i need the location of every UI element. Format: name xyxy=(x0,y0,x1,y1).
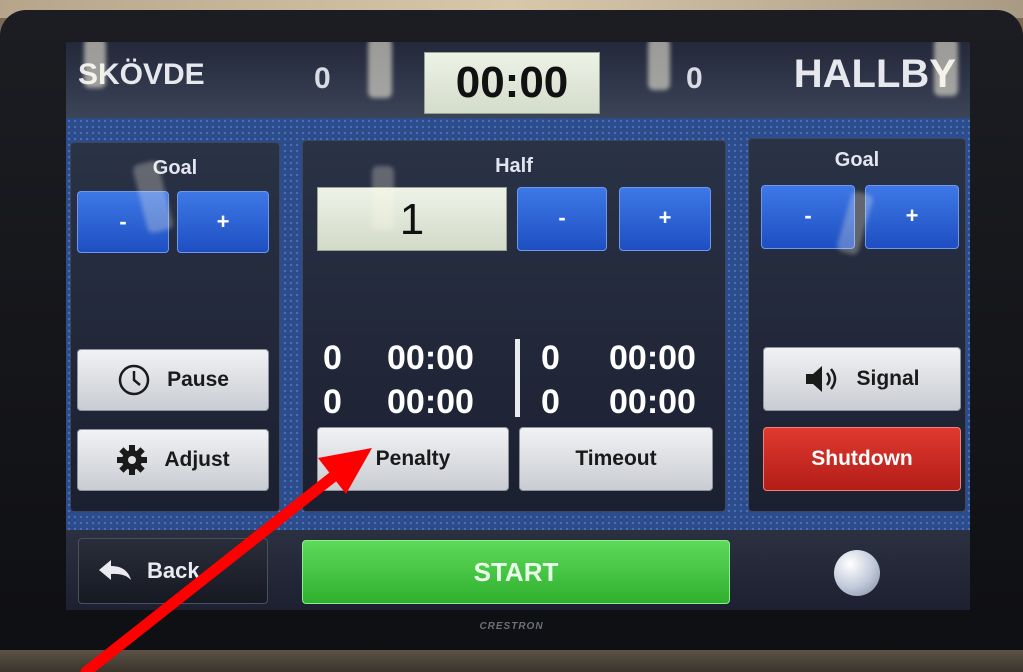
speaker-icon xyxy=(804,364,840,394)
home-goal-plus-button[interactable]: + xyxy=(177,191,269,253)
shutdown-button[interactable]: Shutdown xyxy=(763,427,961,491)
away-goal-title: Goal xyxy=(834,149,880,171)
pause-button[interactable]: Pause xyxy=(77,349,269,411)
desk-edge xyxy=(0,650,1023,672)
home-penalty-time-1: 00:00 xyxy=(387,339,474,377)
glass-reflection xyxy=(84,42,106,88)
touch-screen: SKÖVDE 0 00:00 0 HALLBY Goal - + Pause A… xyxy=(66,42,970,610)
away-penalty-player-1: 0 xyxy=(541,339,560,377)
back-label: Back xyxy=(147,558,200,583)
half-minus-button[interactable]: - xyxy=(517,187,607,251)
timeout-button[interactable]: Timeout xyxy=(519,427,713,491)
home-penalty-player-1: 0 xyxy=(323,339,342,377)
away-score: 0 xyxy=(686,62,703,95)
away-penalty-player-2: 0 xyxy=(541,383,560,421)
game-control-panel: Half 1 - + 0 00:00 0 00:00 0 00:00 0 00:… xyxy=(302,140,726,512)
signal-label: Signal xyxy=(856,367,920,390)
penalty-button[interactable]: Penalty xyxy=(317,427,509,491)
penalty-divider xyxy=(515,339,520,417)
glass-reflection xyxy=(648,42,670,90)
home-goal-title: Goal xyxy=(152,157,198,179)
away-penalty-time-1: 00:00 xyxy=(609,339,696,377)
back-button[interactable]: Back xyxy=(78,538,268,604)
glass-reflection xyxy=(934,42,958,96)
half-display: 1 xyxy=(317,187,507,251)
pause-label: Pause xyxy=(167,368,229,391)
device-brand-logo: CRESTRON xyxy=(479,621,544,632)
glass-reflection xyxy=(372,166,394,230)
glass-reflection xyxy=(368,42,392,98)
half-plus-button[interactable]: + xyxy=(619,187,711,251)
ball-icon xyxy=(834,550,880,596)
adjust-label: Adjust xyxy=(164,448,230,471)
away-penalty-time-2: 00:00 xyxy=(609,383,696,421)
game-clock[interactable]: 00:00 xyxy=(424,52,600,114)
home-penalty-time-2: 00:00 xyxy=(387,383,474,421)
adjust-button[interactable]: Adjust xyxy=(77,429,269,491)
start-button[interactable]: START xyxy=(302,540,730,604)
clock-icon xyxy=(117,363,151,397)
half-title: Half xyxy=(495,155,533,177)
timeout-label: Timeout xyxy=(575,447,657,470)
score-header: SKÖVDE 0 00:00 0 HALLBY xyxy=(66,42,970,118)
gear-icon xyxy=(116,444,148,476)
home-control-panel: Goal - + Pause Adjust xyxy=(70,142,280,512)
home-penalty-player-2: 0 xyxy=(323,383,342,421)
home-score: 0 xyxy=(314,62,331,95)
away-goal-plus-button[interactable]: + xyxy=(865,185,959,249)
signal-button[interactable]: Signal xyxy=(763,347,961,411)
penalty-label: Penalty xyxy=(375,447,451,470)
away-team-name: HALLBY xyxy=(793,52,956,96)
back-arrow-icon xyxy=(97,558,133,584)
